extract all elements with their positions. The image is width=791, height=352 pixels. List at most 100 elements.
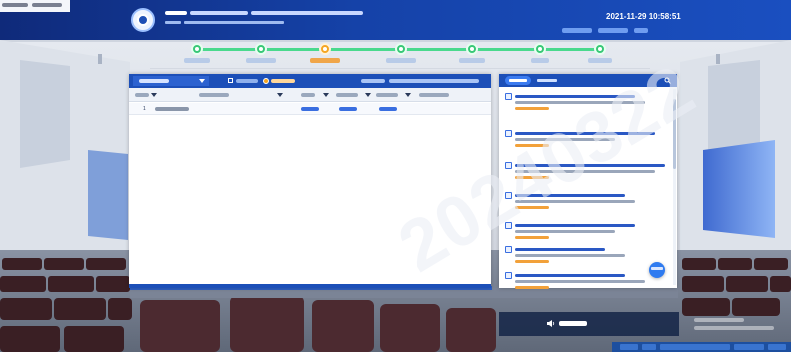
table-header xyxy=(129,88,491,102)
sort-icon[interactable] xyxy=(323,93,329,97)
filter-radio[interactable] xyxy=(263,78,269,84)
message-body xyxy=(515,170,655,173)
sort-icon[interactable] xyxy=(405,93,411,97)
step-node-1[interactable] xyxy=(191,43,203,55)
step-label-5 xyxy=(459,58,485,63)
activation-body xyxy=(694,326,774,330)
message-title xyxy=(515,248,605,251)
bidder-list-panel: 1 xyxy=(129,74,491,288)
step-node-6[interactable] xyxy=(534,43,546,55)
message-title xyxy=(515,194,625,197)
project-code-placeholder xyxy=(165,21,284,24)
message-title xyxy=(515,132,655,135)
message-time xyxy=(515,236,549,239)
message-title xyxy=(515,224,635,227)
message-body xyxy=(515,254,625,257)
row-doc-link[interactable] xyxy=(339,107,357,111)
caption-illegible xyxy=(2,3,62,7)
step-dot xyxy=(470,47,474,51)
taskbar xyxy=(612,342,791,352)
bottom-action-bar xyxy=(499,312,679,336)
project-name-placeholder xyxy=(165,11,363,15)
col-index xyxy=(135,93,149,97)
screenshot-caption xyxy=(0,0,70,12)
message-item[interactable] xyxy=(505,93,669,117)
message-panel-header xyxy=(499,74,677,87)
taskbar-button-1[interactable] xyxy=(620,344,638,350)
table-row[interactable]: 1 xyxy=(129,103,491,115)
message-time xyxy=(515,286,549,289)
floating-action-button[interactable] xyxy=(649,262,665,278)
message-body xyxy=(515,200,635,203)
message-icon xyxy=(505,162,512,169)
col-bidder-name xyxy=(199,93,229,97)
step-dot xyxy=(259,47,263,51)
current-datetime: 2021-11-29 10:58:51 xyxy=(606,12,681,21)
filter-checkbox-label xyxy=(236,79,258,83)
fab-label xyxy=(651,267,663,270)
scrollbar-thumb[interactable] xyxy=(673,99,676,169)
message-icon xyxy=(505,272,512,279)
row-file-link[interactable] xyxy=(379,107,397,111)
header-link-3[interactable] xyxy=(634,28,648,33)
step-dot xyxy=(598,47,602,51)
step-node-7[interactable] xyxy=(594,43,606,55)
step-label-1 xyxy=(184,58,210,63)
col-status xyxy=(301,93,315,97)
row-index: 1 xyxy=(143,106,146,112)
step-node-4[interactable] xyxy=(395,43,407,55)
header-note-placeholder xyxy=(361,79,479,83)
taskbar-button-4[interactable] xyxy=(734,344,764,350)
header-link-1[interactable] xyxy=(562,28,592,33)
message-item[interactable] xyxy=(505,222,669,246)
sort-icon[interactable] xyxy=(277,93,283,97)
message-time xyxy=(515,144,549,147)
message-item[interactable] xyxy=(505,130,669,154)
message-time xyxy=(515,260,549,263)
step-dot xyxy=(538,47,542,51)
message-item[interactable] xyxy=(505,192,669,216)
tab-messages-placeholder xyxy=(509,79,527,82)
top-header-bar: 2021-11-29 10:58:51 xyxy=(0,0,791,40)
step-node-2[interactable] xyxy=(255,43,267,55)
step-node-3[interactable] xyxy=(319,43,331,55)
message-icon xyxy=(505,130,512,137)
row-bidder-name xyxy=(155,107,189,111)
windows-activation-notice xyxy=(690,316,786,336)
message-body xyxy=(515,138,615,141)
step-dot xyxy=(195,47,199,51)
message-body xyxy=(515,230,615,233)
message-title xyxy=(515,274,625,277)
step-label-6 xyxy=(531,58,549,63)
dropdown-label-placeholder xyxy=(139,79,169,83)
left-panel-header xyxy=(129,74,491,88)
col-doc-status xyxy=(336,93,358,97)
col-file-decrypt xyxy=(419,93,449,97)
taskbar-button-3[interactable] xyxy=(660,344,730,350)
step-label-3 xyxy=(310,58,340,63)
filter-checkbox[interactable] xyxy=(228,78,233,83)
message-panel xyxy=(499,74,677,289)
search-icon[interactable] xyxy=(664,77,671,84)
header-link-2[interactable] xyxy=(598,28,628,33)
filter-radio-label xyxy=(271,79,295,83)
message-item[interactable] xyxy=(505,162,669,186)
taskbar-button-2[interactable] xyxy=(642,344,656,350)
message-title xyxy=(515,164,665,167)
step-node-5[interactable] xyxy=(466,43,478,55)
message-item[interactable] xyxy=(505,246,669,270)
message-body xyxy=(515,280,645,283)
sort-icon[interactable] xyxy=(151,93,157,97)
message-time xyxy=(515,176,549,179)
step-label-4 xyxy=(386,58,416,63)
tab-records-placeholder xyxy=(537,79,557,82)
message-scrollbar[interactable] xyxy=(673,89,676,285)
step-dot xyxy=(399,47,403,51)
taskbar-button-5[interactable] xyxy=(768,344,786,350)
step-label-7 xyxy=(588,58,612,63)
sort-icon[interactable] xyxy=(365,93,371,97)
row-status-link[interactable] xyxy=(301,107,319,111)
chevron-down-icon xyxy=(199,79,205,83)
message-item[interactable] xyxy=(505,272,669,296)
message-body xyxy=(515,101,645,104)
